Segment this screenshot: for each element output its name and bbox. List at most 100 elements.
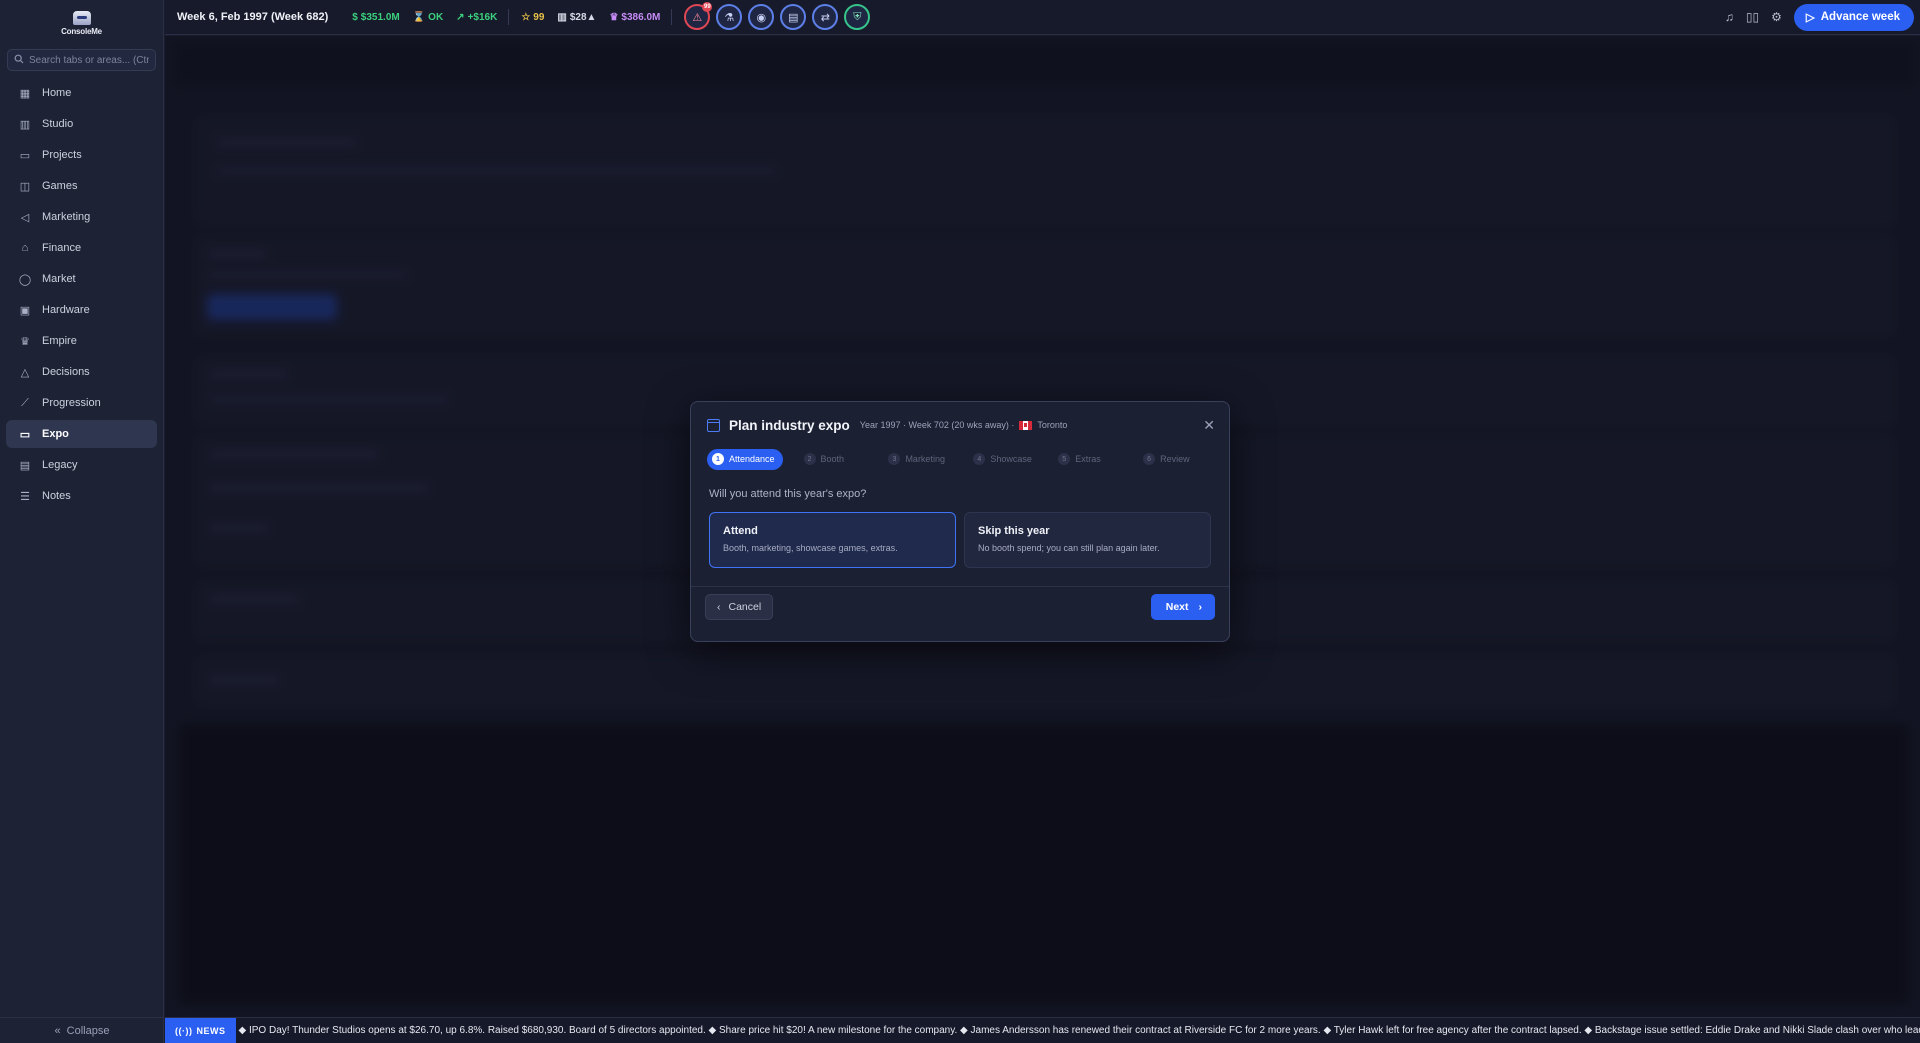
sidebar-item-label: Studio [42,118,74,130]
income-stat[interactable]: ↗ +$16K [456,12,497,23]
dialog-header: Plan industry expo Year 1997 · Week 702 … [691,402,1229,448]
step-review[interactable]: 6 Review [1143,453,1213,465]
skip-option[interactable]: Skip this year No booth spend; you can s… [964,512,1211,568]
bank-icon: ⌂ [21,242,29,254]
sidebar-item-decisions[interactable]: △ Decisions [6,358,157,386]
step-label: Extras [1075,454,1101,464]
sidebar-item-home[interactable]: ▦ Home [6,79,157,107]
sidebar-item-label: Projects [42,149,82,161]
shield-button[interactable]: ⛨ [844,4,871,30]
attendance-question: Will you attend this year's expo? [709,488,867,500]
crown-icon: ♛ [20,335,30,348]
notes-icon: ☰ [20,490,30,503]
collapse-label: Collapse [66,1024,110,1037]
attend-option[interactable]: Attend Booth, marketing, showcase games,… [709,512,956,568]
book-open-icon[interactable]: ▯▯ [1746,10,1759,24]
chip-icon: ▣ [19,304,31,317]
sidebar: ConsoleMe ▦ Home ▥ Studio ▭ Projects ◫ Games… [0,0,164,1043]
step-showcase[interactable]: 4 Showcase [973,453,1043,465]
reputation-stat[interactable]: ☆ 99 [521,12,544,23]
step-label: Marketing [905,454,945,464]
sidebar-item-expo[interactable]: ▭ Expo [6,420,157,448]
double-chevron-left-icon: « [54,1024,61,1037]
sidebar-item-legacy[interactable]: ▤ Legacy [6,451,157,479]
globe-icon: ◯ [18,273,32,286]
chart-icon: ▥ [557,11,567,23]
sidebar-item-studio[interactable]: ▥ Studio [6,110,157,138]
gear-icon[interactable]: ⚙ [1771,10,1782,24]
sidebar-item-projects[interactable]: ▭ Projects [6,141,157,169]
sidebar-item-notes[interactable]: ☰ Notes [6,482,157,510]
swap-icon: ⇄ [820,11,830,24]
sidebar-item-label: Home [42,87,72,99]
camera-button[interactable]: ◉ [748,4,775,30]
step-attendance[interactable]: 1 Attendance [707,448,783,470]
reputation-value: 99 [533,11,545,23]
app-logo[interactable]: ConsoleMe [0,0,163,40]
status-stat[interactable]: ⌛ OK [413,12,443,23]
news-ticker-text: ◆ IPO Day! Thunder Studios opens at $26.… [238,1025,1920,1036]
cash-stat[interactable]: $ $351.0M [352,12,399,23]
music-icon[interactable]: ♫ [1725,10,1734,24]
divider [508,9,510,25]
top-right-controls: ♫ ▯▯ ⚙ ▷ Advance week [1725,3,1920,31]
staff-button[interactable]: ⚗ [716,4,743,30]
chevron-right-icon: › [1198,601,1203,613]
calendar-icon [707,418,720,432]
dollar-icon: $ [352,11,358,23]
sidebar-item-games[interactable]: ◫ Games [6,172,157,200]
news-tag: ((·)) NEWS [165,1018,236,1043]
close-icon[interactable]: ✕ [1203,417,1215,434]
sidebar-item-market[interactable]: ◯ Market [6,265,157,293]
save-button[interactable]: ▤ [780,4,807,30]
sidebar-nav: ▦ Home ▥ Studio ▭ Projects ◫ Games ◁ Marketin… [0,79,163,510]
search-box[interactable] [7,49,156,71]
sidebar-item-progression[interactable]: ⟋ Progression [6,389,157,417]
step-extras[interactable]: 5 Extras [1058,453,1128,465]
cancel-button[interactable]: ‹ Cancel [705,594,774,620]
wizard-steps: 1 Attendance 2 Booth 3 Marketing 4 Showcase … [691,448,1229,470]
step-number: 1 [712,453,724,465]
camera-icon: ◉ [756,11,767,24]
step-marketing[interactable]: 3 Marketing [888,453,958,465]
sidebar-item-empire[interactable]: ♛ Empire [6,327,157,355]
flask-icon: ⚗ [724,11,735,24]
sidebar-item-label: Empire [42,335,77,347]
news-tag-label: NEWS [196,1025,226,1036]
building-icon: ▥ [19,118,31,131]
step-label: Attendance [729,454,775,464]
expo-city: Toronto [1037,420,1068,430]
step-booth[interactable]: 2 Booth [803,453,874,465]
sidebar-item-label: Progression [42,397,101,409]
next-button[interactable]: Next › [1150,594,1215,620]
option-title: Attend [723,525,758,537]
income-value: +$16K [467,11,498,23]
radio-icon: ((·)) [175,1025,193,1036]
sidebar-item-hardware[interactable]: ▣ Hardware [6,296,157,324]
sidebar-item-finance[interactable]: ⌂ Finance [6,234,157,262]
chevron-left-icon: ‹ [717,601,721,613]
trend-up-icon: ↗ [456,11,465,23]
valuation-value: $386.0M [621,11,661,23]
valuation-stat[interactable]: ♛ $386.0M [609,12,660,23]
megaphone-icon: ◁ [20,211,30,224]
alerts-button[interactable]: ⚠ 99 [684,2,713,30]
share-price-stat[interactable]: ▥ $28▲ [557,12,596,23]
collapse-button[interactable]: « Collapse [0,1017,164,1043]
cancel-label: Cancel [728,601,762,613]
sidebar-item-label: Marketing [42,211,91,223]
advance-week-button[interactable]: ▷ Advance week [1793,3,1914,31]
sidebar-item-label: Notes [42,490,71,502]
top-bar: Week 6, Feb 1997 (Week 682) $ $351.0M ⌛ OK… [165,0,1920,35]
transfer-button[interactable]: ⇄ [812,4,839,30]
grid-icon: ▦ [19,87,31,100]
search-input[interactable] [29,54,149,66]
share-price-value: $28▲ [569,11,597,23]
sidebar-item-label: Finance [42,242,82,254]
news-ticker: ((·)) NEWS ◆ IPO Day! Thunder Studios ope… [165,1017,1920,1043]
warning-icon: ⚠ [692,11,703,24]
dialog-subtitle: Year 1997 · Week 702 (20 wks away) · Tor… [860,420,1068,430]
sidebar-item-marketing[interactable]: ◁ Marketing [6,203,157,231]
triangle-icon: △ [20,366,30,379]
step-number: 2 [803,453,816,465]
